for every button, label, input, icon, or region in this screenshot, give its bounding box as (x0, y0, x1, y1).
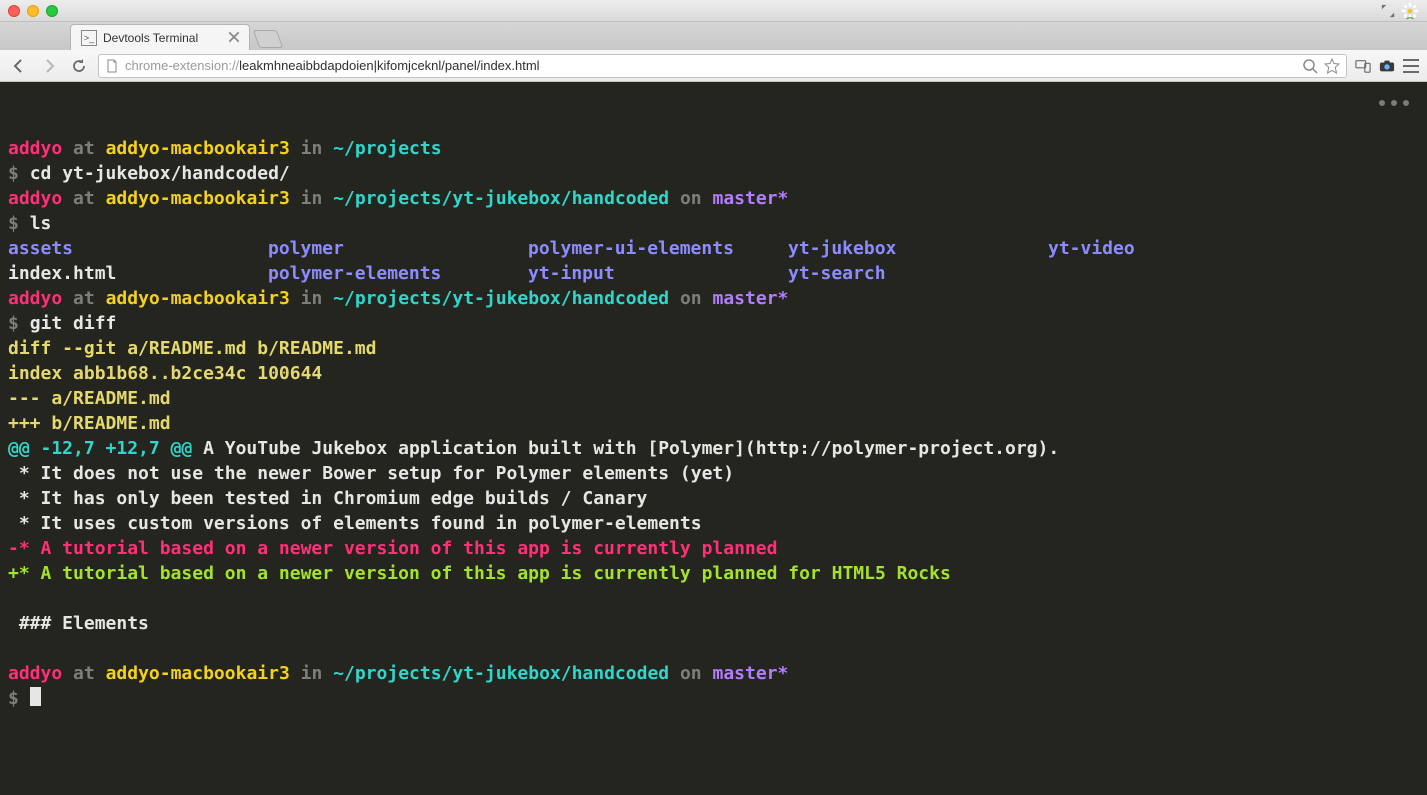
page-icon (105, 59, 119, 73)
terminal-cursor (30, 687, 41, 706)
tab-close-icon[interactable] (227, 30, 241, 44)
terminal-viewport[interactable]: addyo at addyo-macbookair3 in ~/projects… (0, 82, 1427, 795)
bookmark-star-icon[interactable] (1324, 58, 1340, 74)
diff-context: * It uses custom versions of elements fo… (8, 513, 702, 534)
prompt-user: addyo (8, 138, 62, 159)
diff-context: ### Elements (8, 613, 149, 634)
command-text: git diff (30, 313, 117, 334)
diff-header: +++ b/README.md (8, 413, 171, 434)
window-titlebar (0, 0, 1427, 22)
diff-added: +* A tutorial based on a newer version o… (8, 563, 951, 584)
tab-title: Devtools Terminal (103, 31, 198, 45)
command-text: ls (30, 213, 52, 234)
terminal-more-button[interactable] (1379, 100, 1409, 106)
search-predict-icon[interactable] (1302, 58, 1318, 74)
ls-output: index.htmlpolymer-elementsyt-inputyt-sea… (8, 261, 1419, 286)
new-tab-button[interactable] (253, 30, 284, 48)
window-minimize-button[interactable] (27, 5, 39, 17)
window-close-button[interactable] (8, 5, 20, 17)
address-bar[interactable]: chrome-extension://leakmhneaibbdapdoien|… (98, 54, 1347, 78)
prompt-symbol: $ (8, 163, 19, 184)
fullscreen-icon[interactable] (1381, 4, 1395, 18)
diff-hunk: @@ -12,7 +12,7 @@ (8, 438, 192, 459)
browser-tab[interactable]: >_ Devtools Terminal (70, 24, 250, 50)
reload-button[interactable] (68, 55, 90, 77)
prompt-path: ~/projects (333, 138, 441, 159)
daisy-extension-icon[interactable] (1401, 2, 1419, 20)
diff-header: diff --git a/README.md b/README.md (8, 338, 376, 359)
prompt-host: addyo-macbookair3 (106, 138, 290, 159)
chrome-menu-button[interactable] (1403, 59, 1419, 73)
diff-header: index abb1b68..b2ce34c 100644 (8, 363, 322, 384)
tab-favicon-icon: >_ (81, 30, 97, 46)
camera-extension-icon[interactable] (1379, 58, 1395, 74)
diff-removed: -* A tutorial based on a newer version o… (8, 538, 777, 559)
diff-header: --- a/README.md (8, 388, 171, 409)
forward-button[interactable] (38, 55, 60, 77)
devices-icon[interactable] (1355, 58, 1371, 74)
back-button[interactable] (8, 55, 30, 77)
browser-tabstrip: >_ Devtools Terminal (0, 22, 1427, 50)
diff-context: * It does not use the newer Bower setup … (8, 463, 734, 484)
browser-toolbar: chrome-extension://leakmhneaibbdapdoien|… (0, 50, 1427, 82)
ls-output: assetspolymerpolymer-ui-elementsyt-jukeb… (8, 236, 1419, 261)
window-zoom-button[interactable] (46, 5, 58, 17)
diff-context: * It has only been tested in Chromium ed… (8, 488, 647, 509)
url-text: chrome-extension://leakmhneaibbdapdoien|… (125, 58, 1302, 73)
command-text: cd yt-jukebox/handcoded/ (30, 163, 290, 184)
prompt-branch: master* (713, 188, 789, 209)
